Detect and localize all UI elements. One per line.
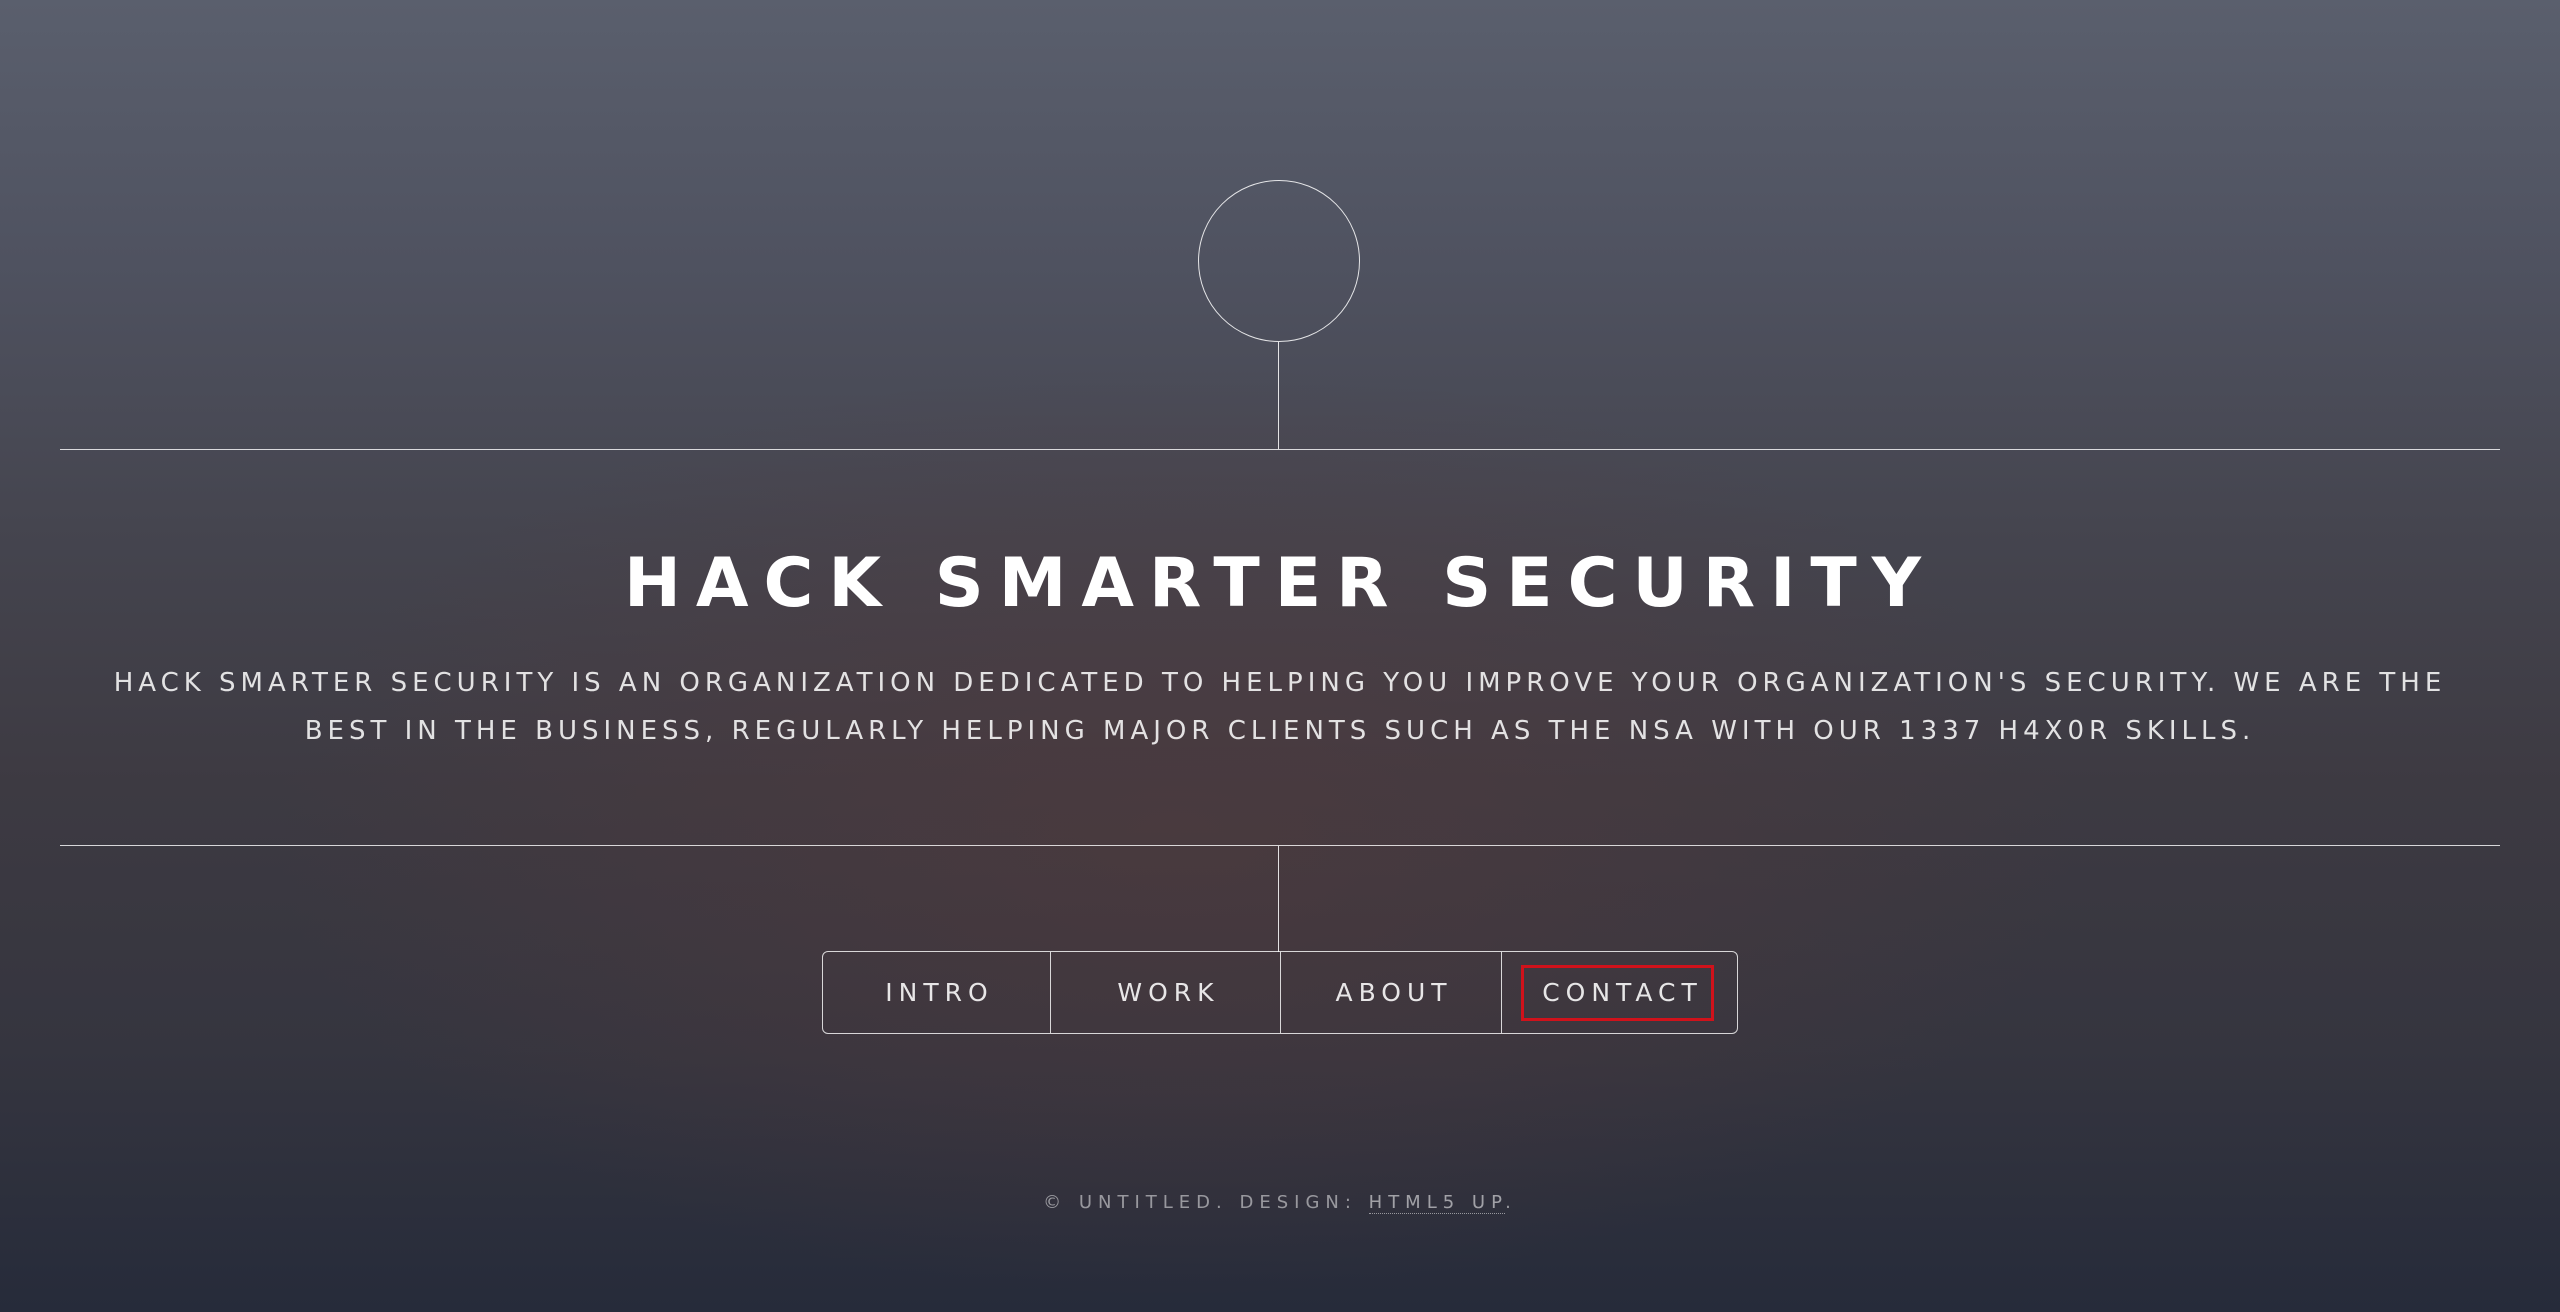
nav-item-label: ABOUT [1335, 978, 1453, 1007]
header-divider-bottom [60, 845, 2500, 846]
footer: © UNTITLED. DESIGN: HTML5 UP. [0, 1192, 2560, 1214]
footer-period: . [1505, 1192, 1517, 1213]
nav-item-about[interactable]: ABOUT [1280, 952, 1501, 1033]
nav-item-label: INTRO [885, 978, 994, 1007]
nav-item-contact[interactable]: CONTACT [1501, 952, 1737, 1033]
site-description: HACK SMARTER SECURITY IS AN ORGANIZATION… [113, 668, 2447, 746]
logo-circle-icon [1198, 180, 1360, 342]
footer-credit-link[interactable]: HTML5 UP [1368, 1192, 1506, 1214]
footer-copyright: © UNTITLED. DESIGN: [1043, 1192, 1357, 1213]
site-title: HACK SMARTER SECURITY [623, 544, 1937, 623]
nav-item-work[interactable]: WORK [1050, 952, 1280, 1033]
nav-connector-line [1278, 846, 1279, 952]
page: HACK SMARTER SECURITY HACK SMARTER SECUR… [0, 0, 2560, 1312]
nav-item-label: CONTACT [1542, 978, 1703, 1007]
header-divider-top [60, 449, 2500, 450]
logo-connector-line [1278, 342, 1279, 449]
nav-item-intro[interactable]: INTRO [823, 952, 1050, 1033]
nav-item-label: WORK [1117, 978, 1220, 1007]
main-nav: INTRO WORK ABOUT CONTACT [822, 951, 1738, 1034]
